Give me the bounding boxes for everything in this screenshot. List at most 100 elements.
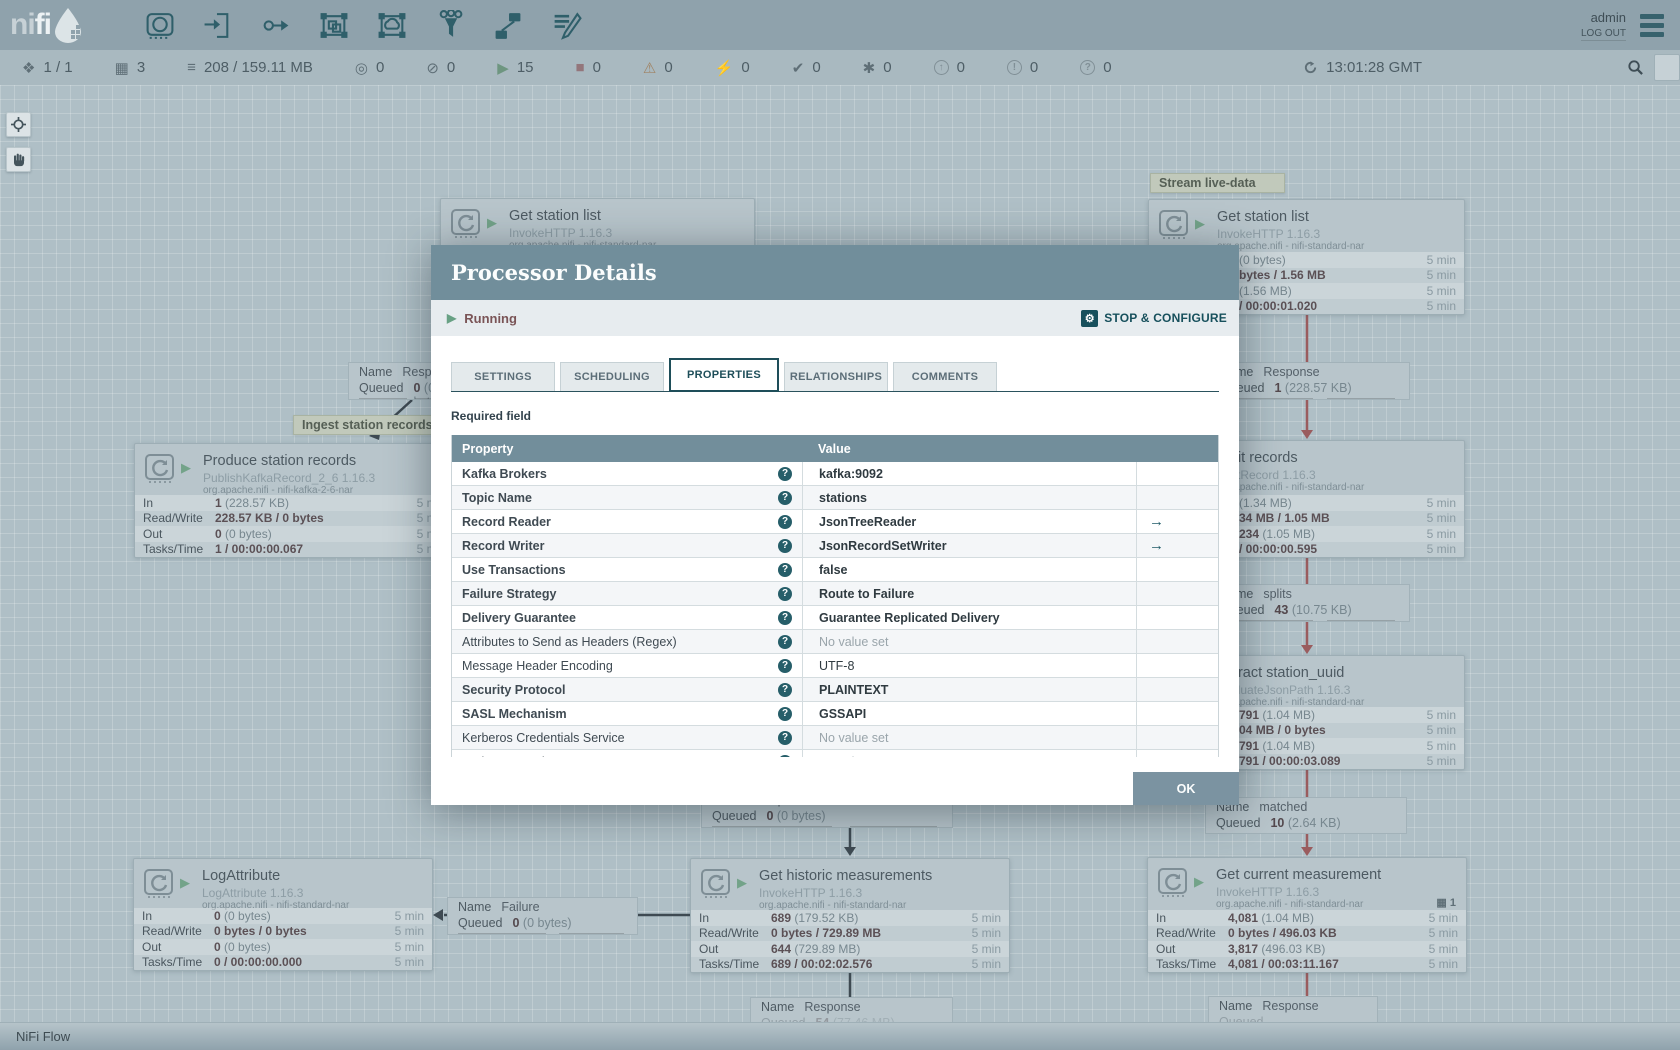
tab-properties[interactable]: PROPERTIES: [669, 358, 779, 392]
ok-button[interactable]: OK: [1133, 772, 1239, 805]
status-stale: ↑ 0: [933, 59, 965, 76]
input-port-icon[interactable]: [201, 8, 235, 42]
status-running-count: 15: [516, 59, 534, 76]
status-threads: ▦ 3: [115, 59, 146, 77]
property-name: Record Reader ?: [452, 514, 802, 529]
property-value: Route to Failure: [802, 582, 1136, 605]
threads-icon: ▦: [114, 59, 129, 77]
operate-palette-button[interactable]: [6, 147, 31, 172]
help-icon[interactable]: ?: [778, 610, 792, 625]
property-actions: [1136, 726, 1218, 749]
help-icon[interactable]: ?: [778, 730, 792, 745]
property-actions: [1136, 486, 1218, 509]
label-icon[interactable]: [549, 8, 583, 42]
goto-service-icon[interactable]: →: [1149, 513, 1164, 530]
processor-name: Get station list: [1217, 209, 1309, 225]
tab-comments[interactable]: COMMENTS: [893, 362, 997, 391]
status-disabled-count: 0: [741, 59, 750, 76]
funnel-icon[interactable]: [433, 8, 467, 42]
running-icon: ▶: [447, 311, 457, 325]
property-actions: →: [1136, 510, 1218, 533]
status-up-to-date: ✔ 0: [792, 59, 821, 77]
search-input-collapsed[interactable]: [1654, 54, 1680, 81]
property-value: No value set: [802, 726, 1136, 749]
property-value: UTF-8: [802, 654, 1136, 677]
stat-row-in: In0 (0 bytes) 5 min: [134, 908, 432, 924]
status-transmitting-count: 0: [376, 59, 385, 76]
help-icon[interactable]: ?: [778, 658, 792, 673]
property-value: stations: [802, 486, 1136, 509]
template-icon[interactable]: [491, 8, 525, 42]
p-produce-station-records[interactable]: ▶ Produce station records PublishKafkaRe…: [134, 443, 455, 558]
breadcrumb[interactable]: NiFi Flow: [16, 1029, 70, 1044]
processor-icon[interactable]: [143, 8, 177, 42]
stat-row-out: Out0 (0 bytes) 5 min: [135, 526, 454, 542]
stat-row-tasks-time: Tasks/Time 0 / 00:00:00.000 5 min: [134, 954, 432, 970]
running-icon: ▶: [1195, 216, 1205, 231]
q-failure[interactable]: Name Failure Queued 0 (0 bytes): [447, 897, 638, 935]
dialog-body: SETTINGS SCHEDULING PROPERTIES RELATIONSHIP…: [431, 358, 1239, 757]
status-stopped-count: 0: [592, 59, 601, 76]
running-icon: ▶: [487, 215, 497, 230]
tab-relationships[interactable]: RELATIONSHIPS: [784, 362, 888, 391]
help-icon[interactable]: ?: [778, 490, 792, 505]
p-get-current-measurement[interactable]: ▶ Get current measurement InvokeHTTP 1.1…: [1147, 857, 1467, 973]
label-stream-live-data[interactable]: Stream live-data: [1150, 173, 1285, 193]
help-icon[interactable]: ?: [778, 514, 792, 529]
help-icon[interactable]: ?: [778, 562, 792, 577]
property-name: Security Protocol ?: [452, 682, 802, 697]
tab-scheduling[interactable]: SCHEDULING: [560, 362, 664, 391]
search-icon[interactable]: [1627, 59, 1644, 76]
properties-table-header: Property Value: [452, 435, 1218, 462]
help-icon[interactable]: ?: [778, 754, 792, 757]
refresh-icon[interactable]: [1303, 60, 1318, 75]
logo-text-fi: fi: [34, 8, 52, 41]
invalid-icon: ⚠: [642, 59, 657, 77]
property-row: Use Transactions ? false: [452, 558, 1218, 582]
status-stopped: ■ 0: [576, 59, 601, 76]
processor-name: Get historic measurements: [759, 868, 933, 884]
dialog-status-row: ▶ Running ⚙ STOP & CONFIGURE: [431, 300, 1239, 336]
p-logattribute[interactable]: ▶ LogAttribute LogAttribute 1.16.3 org.a…: [133, 858, 433, 971]
dialog-header: Processor Details: [431, 245, 1239, 300]
remote-process-group-icon[interactable]: [375, 8, 409, 42]
property-name: Use Transactions ?: [452, 562, 802, 577]
q-splits[interactable]: Namesplits Queued43 (10.75 KB): [1209, 584, 1410, 622]
navigate-palette-button[interactable]: [6, 112, 31, 137]
help-icon[interactable]: ?: [778, 466, 792, 481]
navigate-icon: [11, 117, 26, 132]
processor-icon: [143, 868, 175, 905]
property-name: Kerberos Service Name ?: [452, 754, 802, 757]
processor-type: InvokeHTTP 1.16.3: [1217, 227, 1321, 241]
p-get-historic-measurements[interactable]: ▶ Get historic measurements InvokeHTTP 1…: [690, 858, 1010, 973]
not-transmitting-icon: ⊘: [426, 59, 439, 77]
property-row: Failure Strategy ? Route to Failure: [452, 582, 1218, 606]
processor-type: PublishKafkaRecord_2_6 1.16.3: [203, 471, 376, 485]
stat-row-tasks-time: Tasks/Time 4,081 / 00:03:11.167 5 min: [1148, 956, 1466, 972]
status-cluster: ❖ 1 / 1: [22, 59, 73, 77]
global-menu-icon[interactable]: [1640, 13, 1664, 37]
breadcrumb-bar: NiFi Flow: [0, 1022, 1680, 1050]
help-icon[interactable]: ?: [778, 586, 792, 601]
help-icon[interactable]: ?: [778, 706, 792, 721]
property-value: PLAINTEXT: [802, 678, 1136, 701]
help-icon[interactable]: ?: [778, 538, 792, 553]
process-group-icon[interactable]: [317, 8, 351, 42]
property-value: No value set: [802, 750, 1136, 757]
stop-and-configure-button[interactable]: ⚙ STOP & CONFIGURE: [1081, 309, 1227, 327]
help-icon[interactable]: ?: [778, 634, 792, 649]
output-port-icon[interactable]: [259, 8, 293, 42]
property-actions: [1136, 654, 1218, 677]
q-response-right-top[interactable]: NameResponse Queued1 (228.57 KB): [1209, 362, 1410, 400]
processor-name: Get current measurement: [1216, 867, 1382, 883]
help-icon[interactable]: ?: [778, 682, 792, 697]
current-user: admin: [1590, 9, 1626, 25]
component-toolbar: [143, 8, 583, 42]
locally-modified-stale-icon: !: [1006, 60, 1022, 75]
tab-settings[interactable]: SETTINGS: [451, 362, 555, 391]
label-ingest-station-records[interactable]: Ingest station records: [293, 415, 442, 435]
logout-link[interactable]: LOG OUT: [1580, 28, 1626, 41]
goto-service-icon[interactable]: →: [1149, 537, 1164, 554]
refresh-time: 13:01:28 GMT: [1326, 59, 1422, 76]
processor-bundle: org.apache.nifi - nifi-standard-nar: [1217, 482, 1365, 493]
